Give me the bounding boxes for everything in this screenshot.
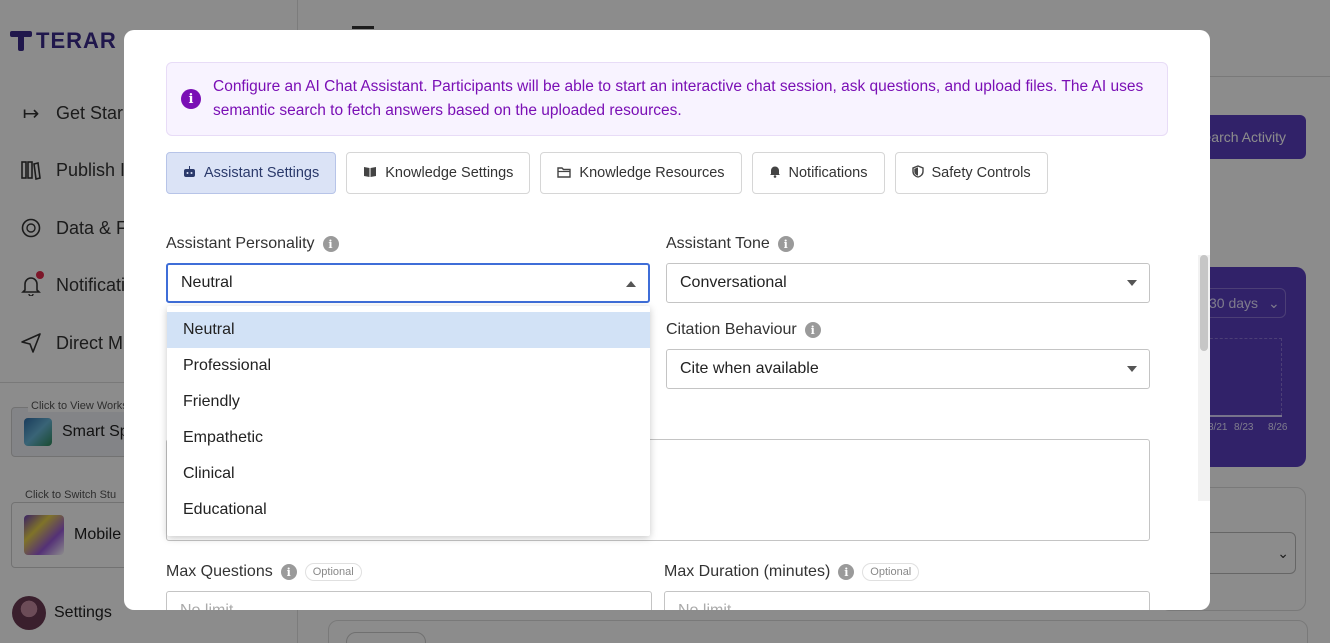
max-questions-input[interactable]: No limit — [166, 591, 652, 610]
max-duration-placeholder: No limit — [678, 602, 731, 610]
max-duration-label: Max Duration (minutes) i Optional — [664, 563, 920, 581]
tone-value: Conversational — [680, 274, 787, 291]
help-icon[interactable]: i — [322, 236, 339, 252]
max-duration-label-text: Max Duration (minutes) — [664, 563, 831, 580]
personality-label-text: Assistant Personality — [166, 235, 315, 252]
personality-label: Assistant Personality i — [166, 235, 339, 253]
info-banner: i Configure an AI Chat Assistant. Partic… — [166, 62, 1168, 136]
tab-label: Assistant Settings — [204, 165, 320, 181]
citation-label: Citation Behaviour i — [666, 321, 821, 339]
tab-notifications[interactable]: Notifications — [751, 152, 885, 194]
caret-up-icon — [626, 281, 636, 287]
ai-assistant-modal: i Configure an AI Chat Assistant. Partic… — [124, 30, 1210, 610]
info-text: Configure an AI Chat Assistant. Particip… — [213, 78, 1144, 119]
tone-label: Assistant Tone i — [666, 235, 794, 253]
personality-select[interactable]: Neutral — [166, 263, 650, 303]
citation-select[interactable]: Cite when available — [666, 349, 1150, 389]
help-icon[interactable]: i — [777, 236, 794, 252]
personality-dropdown: Neutral Professional Friendly Empathetic… — [167, 306, 650, 536]
dropdown-option-friendly[interactable]: Friendly — [167, 384, 650, 420]
robot-icon — [183, 165, 196, 181]
tone-select[interactable]: Conversational — [666, 263, 1150, 303]
max-questions-label-text: Max Questions — [166, 563, 273, 580]
folder-icon — [557, 166, 572, 181]
personality-value: Neutral — [181, 274, 233, 291]
info-icon: i — [181, 89, 201, 109]
book-icon — [363, 166, 377, 181]
tone-label-text: Assistant Tone — [666, 235, 770, 252]
max-questions-label: Max Questions i Optional — [166, 563, 362, 581]
dropdown-option-educational[interactable]: Educational — [167, 492, 650, 528]
tab-label: Safety Controls — [931, 165, 1031, 181]
dropdown-option-professional[interactable]: Professional — [167, 348, 650, 384]
bell-icon — [769, 165, 781, 181]
citation-value: Cite when available — [680, 360, 819, 377]
dropdown-option-clinical[interactable]: Clinical — [167, 456, 650, 492]
help-icon[interactable]: i — [804, 322, 821, 338]
dropdown-option-empathetic[interactable]: Empathetic — [167, 420, 650, 456]
citation-label-text: Citation Behaviour — [666, 321, 797, 338]
caret-down-icon — [1127, 366, 1137, 372]
optional-badge: Optional — [304, 563, 362, 581]
shield-icon — [911, 165, 924, 181]
tab-label: Knowledge Settings — [385, 165, 514, 181]
modal-scrollbar[interactable] — [1200, 255, 1208, 351]
tab-knowledge-settings[interactable]: Knowledge Settings — [346, 152, 531, 194]
max-duration-input[interactable]: No limit — [664, 591, 1150, 610]
caret-down-icon — [1127, 280, 1137, 286]
help-icon[interactable]: i — [838, 564, 855, 580]
optional-badge: Optional — [862, 563, 920, 581]
tab-knowledge-resources[interactable]: Knowledge Resources — [540, 152, 742, 194]
max-questions-placeholder: No limit — [180, 602, 233, 610]
help-icon[interactable]: i — [280, 564, 297, 580]
tab-safety-controls[interactable]: Safety Controls — [894, 152, 1048, 194]
tab-assistant-settings[interactable]: Assistant Settings — [166, 152, 337, 194]
dropdown-option-neutral[interactable]: Neutral — [167, 312, 650, 348]
settings-tabs: Assistant Settings Knowledge Settings Kn… — [166, 152, 1048, 194]
tab-label: Notifications — [788, 165, 868, 181]
tab-label: Knowledge Resources — [579, 165, 725, 181]
